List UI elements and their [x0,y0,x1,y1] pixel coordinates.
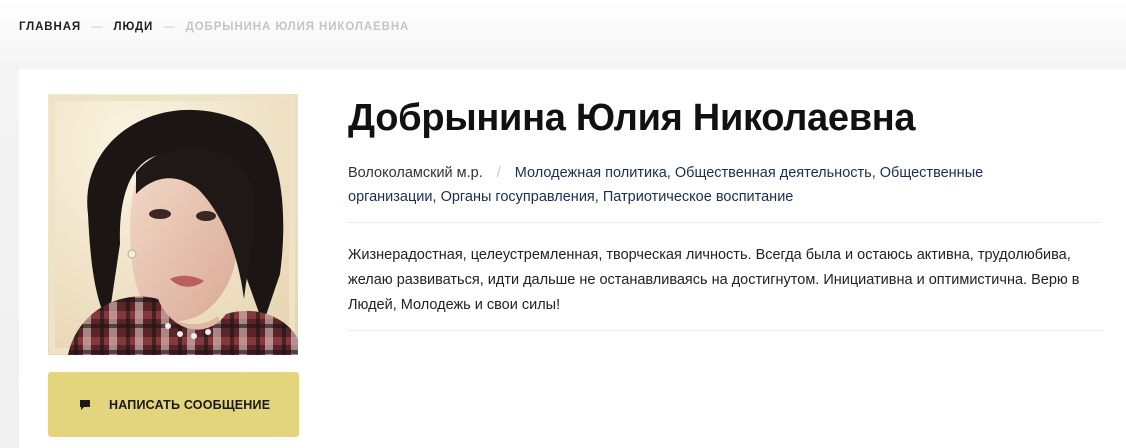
divider [348,330,1102,331]
send-message-button[interactable]: НАПИСАТЬ СООБЩЕНИЕ [48,372,299,437]
tag-link[interactable]: Общественная деятельность [675,165,872,181]
breadcrumb-current: ДОБРЫНИНА ЮЛИЯ НИКОЛАЕВНА [185,21,410,33]
breadcrumb-home-link[interactable]: ГЛАВНАЯ [19,21,81,33]
region-separator: / [496,165,501,181]
divider [348,222,1102,223]
profile-meta: Волоколамский м.р. / Молодежная политика, … [348,165,984,205]
breadcrumb-separator: — [91,21,104,33]
speech-bubble-icon [79,399,91,411]
breadcrumb-separator: — [163,21,176,33]
profile-photo [48,94,298,355]
send-message-label: НАПИСАТЬ СООБЩЕНИЕ [109,397,271,412]
person-photo-icon [48,94,298,355]
person-name: Добрынина Юлия Николаевна [348,97,916,139]
bio-text: Жизнерадостная, целеустремленная, творче… [348,247,1080,313]
tag-link[interactable]: Органы госуправления [441,189,595,205]
region-label: Волоколамский м.р. [348,165,483,181]
breadcrumb-people-link[interactable]: ЛЮДИ [114,21,154,33]
tag-link[interactable]: Молодежная политика [515,165,667,181]
profile-card: НАПИСАТЬ СООБЩЕНИЕ Добрынина Юлия Никола… [19,69,1126,448]
tag-link[interactable]: Патриотическое воспитание [603,189,794,205]
breadcrumb: ГЛАВНАЯ — ЛЮДИ — ДОБРЫНИНА ЮЛИЯ НИКОЛАЕВ… [19,21,409,33]
